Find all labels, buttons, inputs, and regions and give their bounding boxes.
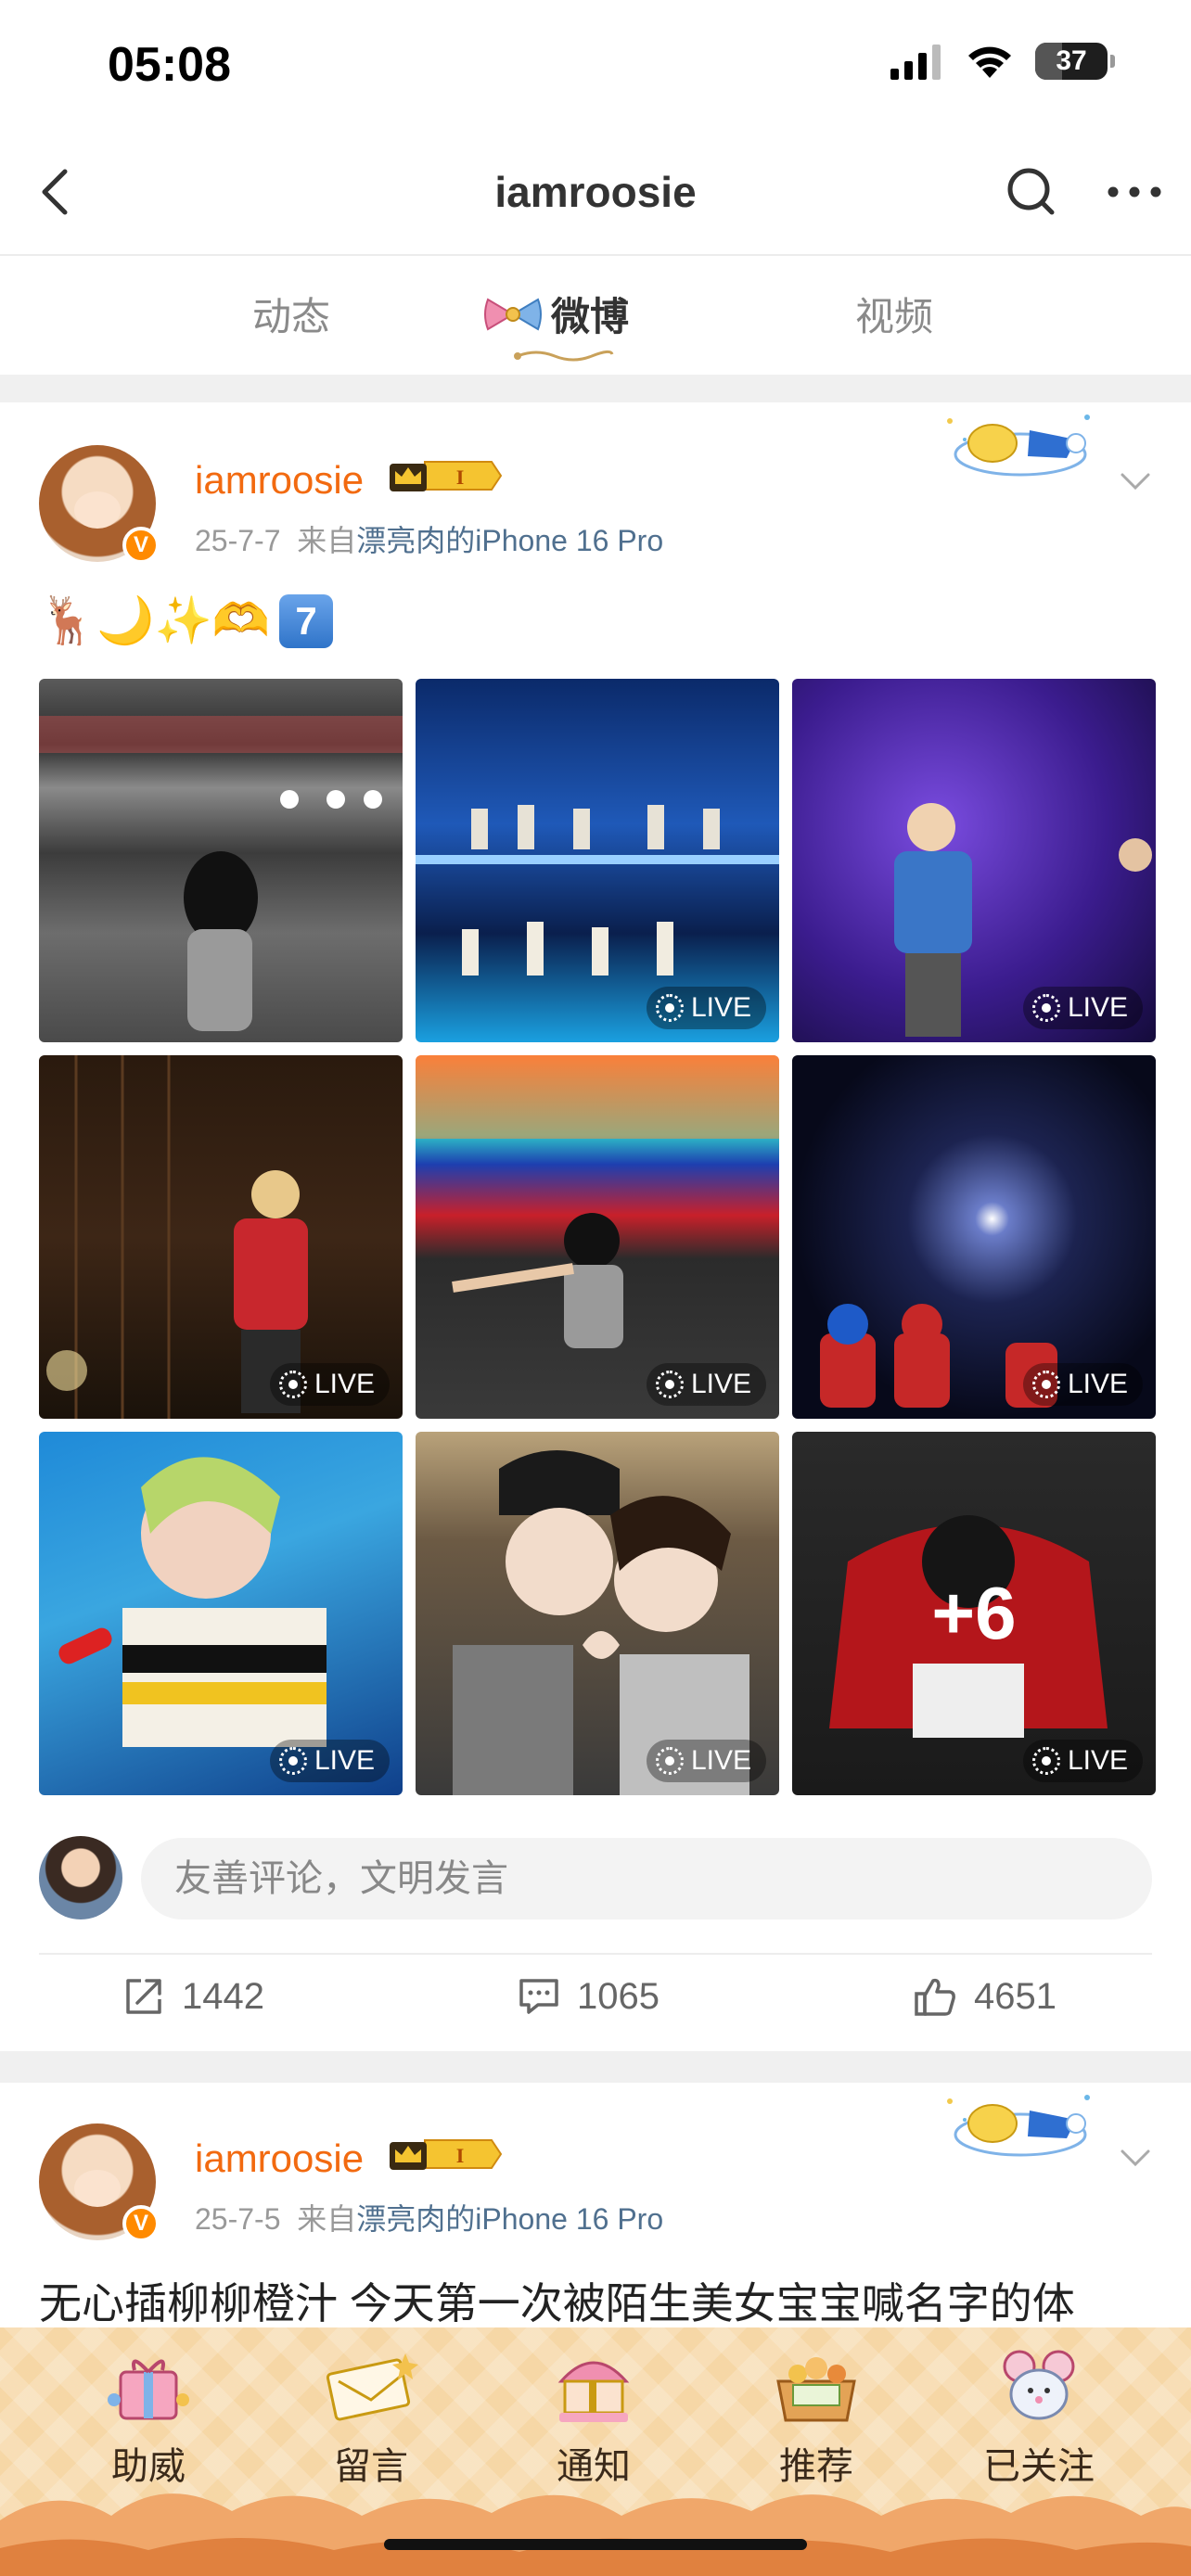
more-icon[interactable] bbox=[1102, 162, 1167, 222]
post-actions: 1442 1065 4651 bbox=[0, 1966, 1191, 2040]
nav-bar: iamroosie bbox=[0, 130, 1191, 256]
crown-badge-icon: I bbox=[390, 2139, 503, 2170]
live-icon bbox=[1031, 994, 1060, 1022]
post-meta: 25-7-5 来自漂亮肉的iPhone 16 Pro bbox=[195, 2196, 663, 2238]
battery-icon: 37 bbox=[1035, 43, 1115, 80]
sleeping-duck-sticker-icon bbox=[947, 2095, 1090, 2157]
photo-8[interactable]: LIVE bbox=[416, 1432, 779, 1795]
like-button[interactable]: 4651 bbox=[913, 1975, 1057, 2018]
post-date: 25-7-5 bbox=[195, 2202, 281, 2236]
avatar[interactable]: V bbox=[39, 2123, 160, 2242]
repost-icon bbox=[126, 1979, 161, 2014]
bottom-tab-label: 助威 bbox=[111, 2446, 186, 2487]
basket-icon bbox=[776, 2357, 856, 2422]
live-icon bbox=[1031, 1371, 1060, 1398]
live-badge: LIVE bbox=[269, 1363, 390, 1406]
wifi-icon bbox=[968, 46, 1011, 78]
gift-icon bbox=[108, 2359, 189, 2420]
bottom-tab-recommend[interactable]: 推荐 bbox=[733, 2344, 900, 2490]
bottom-tab-label: 已关注 bbox=[983, 2446, 1095, 2487]
more-photos-count: +6 bbox=[931, 1572, 1017, 1654]
home-indicator bbox=[384, 2539, 807, 2550]
repost-button[interactable]: 1442 bbox=[122, 1975, 264, 2018]
photo-7[interactable]: LIVE bbox=[39, 1432, 403, 1795]
username[interactable]: iamroosie bbox=[195, 458, 364, 503]
search-icon[interactable] bbox=[1002, 162, 1061, 222]
active-tab-underline bbox=[514, 350, 614, 362]
crown-badge-icon: I bbox=[390, 461, 503, 491]
section-gap bbox=[0, 2051, 1191, 2083]
live-badge: LIVE bbox=[1022, 987, 1143, 1029]
bottom-tab-label: 推荐 bbox=[779, 2446, 853, 2487]
photo-5[interactable]: LIVE bbox=[416, 1055, 779, 1419]
live-badge: LIVE bbox=[646, 1363, 766, 1406]
mouse-icon bbox=[1003, 2350, 1075, 2420]
source-prefix: 来自 bbox=[297, 524, 357, 557]
tab-dongtai[interactable]: 动态 bbox=[252, 286, 330, 342]
comment-icon bbox=[519, 1979, 558, 2014]
post-date: 25-7-7 bbox=[195, 524, 281, 557]
photo-4[interactable]: LIVE bbox=[39, 1055, 403, 1419]
tab-weibo[interactable]: 微博 bbox=[482, 286, 629, 342]
comment-input[interactable]: 友善评论，文明发言 bbox=[141, 1838, 1152, 1919]
post-text: 🦌🌙✨🫶 7 bbox=[39, 593, 334, 648]
sleeping-duck-sticker-icon bbox=[947, 414, 1090, 477]
carousel-icon bbox=[557, 2361, 630, 2422]
verified-badge: V bbox=[122, 527, 160, 564]
battery-level: 37 bbox=[1056, 45, 1087, 76]
bottom-tab-message[interactable]: 留言 bbox=[288, 2344, 455, 2490]
repost-count: 1442 bbox=[182, 1975, 264, 2017]
status-bar: 05:08 37 bbox=[0, 0, 1191, 130]
signal-icon bbox=[890, 45, 941, 80]
photo-1[interactable] bbox=[39, 679, 403, 1042]
verified-badge: V bbox=[122, 2205, 160, 2242]
bottom-tab-label: 留言 bbox=[334, 2446, 408, 2487]
live-icon bbox=[655, 1747, 684, 1775]
live-badge: LIVE bbox=[1022, 1363, 1143, 1406]
live-badge: LIVE bbox=[269, 1740, 390, 1782]
photo-6[interactable]: LIVE bbox=[792, 1055, 1156, 1419]
username[interactable]: iamroosie bbox=[195, 2136, 364, 2181]
bow-icon bbox=[484, 298, 542, 330]
live-badge: LIVE bbox=[1022, 1740, 1143, 1782]
photo-2[interactable]: LIVE bbox=[416, 679, 779, 1042]
post-meta: 25-7-7 来自漂亮肉的iPhone 16 Pro bbox=[195, 517, 663, 560]
keycap-number: 7 bbox=[279, 593, 334, 648]
post-source[interactable]: 漂亮肉的iPhone 16 Pro bbox=[356, 2202, 663, 2236]
bottom-tab-notify[interactable]: 通知 bbox=[510, 2344, 677, 2490]
live-icon bbox=[278, 1747, 307, 1775]
post-text: 无心插柳柳橙汁 今天第一次被陌生美女宝宝喊名字的体 bbox=[39, 2279, 1075, 2327]
bottom-tab-following[interactable]: 已关注 bbox=[955, 2344, 1122, 2490]
comment-row: 友善评论，文明发言 bbox=[39, 1836, 1152, 1921]
divider bbox=[39, 1953, 1152, 1955]
comment-count: 1065 bbox=[577, 1975, 660, 2017]
tab-weibo-label: 微博 bbox=[551, 295, 630, 338]
crown-level: I bbox=[456, 2144, 465, 2167]
bottom-tab-cheer[interactable]: 助威 bbox=[65, 2344, 232, 2490]
photo-9[interactable]: +6 LIVE bbox=[792, 1432, 1156, 1795]
thumbs-up-icon bbox=[915, 1978, 955, 2016]
post-emoji-text: 🦌🌙✨🫶 bbox=[39, 594, 271, 646]
tab-video[interactable]: 视频 bbox=[855, 286, 933, 342]
live-badge: LIVE bbox=[646, 987, 766, 1029]
section-gap bbox=[0, 375, 1191, 402]
bottom-tab-label: 通知 bbox=[557, 2446, 631, 2487]
chevron-down-icon[interactable] bbox=[1117, 467, 1154, 495]
chevron-down-icon[interactable] bbox=[1117, 2144, 1154, 2172]
comment-button[interactable]: 1065 bbox=[518, 1975, 660, 2018]
live-icon bbox=[1031, 1747, 1060, 1775]
live-icon bbox=[278, 1371, 307, 1398]
like-count: 4651 bbox=[974, 1975, 1057, 2017]
avatar[interactable]: V bbox=[39, 445, 160, 564]
crown-level: I bbox=[456, 465, 465, 489]
letter-icon bbox=[326, 2353, 418, 2421]
post-source[interactable]: 漂亮肉的iPhone 16 Pro bbox=[356, 524, 663, 557]
photo-3[interactable]: LIVE bbox=[792, 679, 1156, 1042]
live-icon bbox=[655, 994, 684, 1022]
source-prefix: 来自 bbox=[297, 2202, 357, 2236]
my-avatar bbox=[39, 1836, 122, 1919]
live-icon bbox=[655, 1371, 684, 1398]
status-time: 05:08 bbox=[108, 38, 231, 92]
live-badge: LIVE bbox=[646, 1740, 766, 1782]
